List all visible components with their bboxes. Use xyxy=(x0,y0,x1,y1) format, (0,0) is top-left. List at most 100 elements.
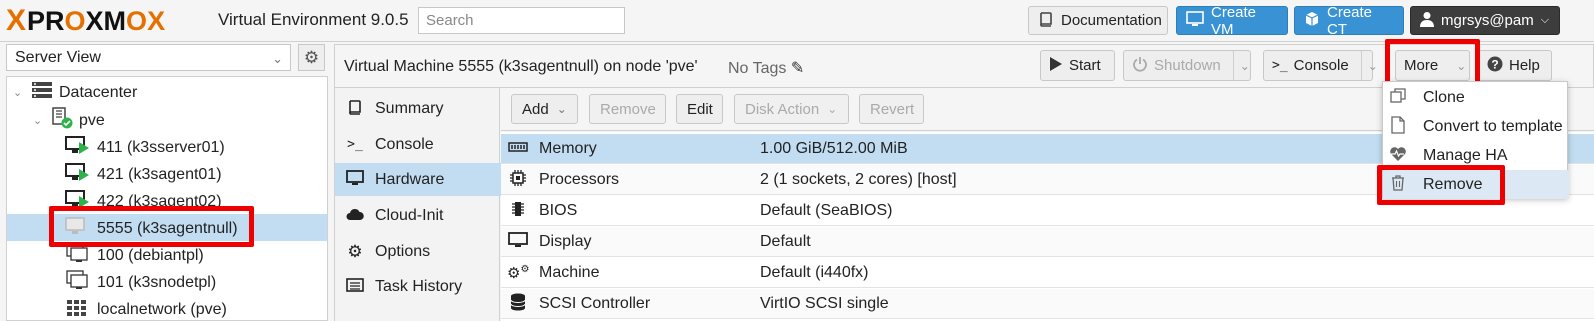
chevron-down-icon[interactable]: ⌄ xyxy=(1232,51,1250,80)
no-tags-label: No Tags xyxy=(728,60,787,77)
nav-label: Summary xyxy=(375,99,444,117)
collapse-chevron-icon: ⌄ xyxy=(13,87,23,99)
row-value: Default xyxy=(760,232,811,250)
create-ct-button[interactable]: Create CT xyxy=(1294,3,1404,38)
proxmox-logo[interactable]: X PR O XM O X xyxy=(6,4,166,37)
nav-console[interactable]: >_ Console xyxy=(335,128,501,161)
help-label: Help xyxy=(1509,57,1540,74)
user-icon xyxy=(1420,11,1434,31)
tree-settings-button[interactable]: ⚙ xyxy=(298,44,325,71)
tree-item-label: localnetwork (pve) xyxy=(97,300,227,318)
nav-task-history[interactable]: Task History xyxy=(335,270,501,303)
resource-tree: ⌄ Datacenter ⌄ pve 411 (k3sserver01) 421… xyxy=(6,76,328,321)
display-icon xyxy=(507,231,529,252)
file-icon xyxy=(1387,115,1409,138)
clone-icon xyxy=(1387,87,1409,108)
shutdown-button[interactable]: Shutdown ⌄ xyxy=(1123,50,1251,81)
table-row[interactable]: SCSI Controller VirtIO SCSI single xyxy=(501,289,1594,319)
tree-item-vm-411[interactable]: 411 (k3sserver01) xyxy=(65,134,225,161)
network-grid-icon xyxy=(65,297,91,320)
shutdown-label: Shutdown xyxy=(1154,57,1221,74)
svg-text:?: ? xyxy=(1491,57,1498,71)
menu-item-clone[interactable]: Clone xyxy=(1383,83,1569,112)
view-select-value: Server View xyxy=(15,49,101,66)
row-key: Processors xyxy=(539,170,620,188)
chevron-down-icon[interactable]: ⌄ xyxy=(1360,51,1378,80)
row-key: SCSI Controller xyxy=(539,294,651,312)
logo-o2: O xyxy=(126,6,148,36)
chevron-down-icon: ⌄ xyxy=(827,102,838,116)
gear-icon: ⚙ xyxy=(347,241,363,261)
vm-running-icon xyxy=(65,135,91,160)
collapse-chevron-icon: ⌄ xyxy=(33,115,43,127)
help-icon: ? xyxy=(1487,56,1503,76)
table-row[interactable]: Display Default xyxy=(501,227,1594,257)
product-version: Virtual Environment 9.0.5 xyxy=(218,10,409,29)
logo-x: X xyxy=(6,4,27,37)
node-icon xyxy=(51,107,73,134)
nav-label: Task History xyxy=(375,277,463,295)
revert-label: Revert xyxy=(870,100,915,118)
row-key: Memory xyxy=(539,139,597,157)
book-icon xyxy=(345,99,365,119)
vm-title: Virtual Machine 5555 (k3sagentnull) on n… xyxy=(344,58,698,75)
monitor-icon xyxy=(345,169,365,190)
add-button[interactable]: Add ⌄ xyxy=(511,94,578,124)
server-rack-icon xyxy=(31,81,53,104)
edit-button[interactable]: Edit xyxy=(676,94,723,124)
row-key: BIOS xyxy=(539,201,578,219)
start-button[interactable]: Start xyxy=(1040,50,1115,81)
tree-item-label: 101 (k3snodetpl) xyxy=(97,273,217,291)
view-select[interactable]: Server View ⌄ xyxy=(6,44,291,71)
menu-item-label: Manage HA xyxy=(1423,146,1508,164)
row-value: 2 (1 sockets, 2 cores) [host] xyxy=(760,170,957,188)
nav-summary[interactable]: Summary xyxy=(335,92,501,125)
row-key: Display xyxy=(539,232,592,250)
help-button[interactable]: ? Help xyxy=(1478,50,1552,81)
user-label: mgrsys@pam xyxy=(1441,12,1534,29)
user-menu-button[interactable]: mgrsys@pam ⌵ xyxy=(1410,6,1560,35)
disk-action-label: Disk Action xyxy=(745,100,820,118)
nav-hardware[interactable]: Hardware xyxy=(335,163,501,196)
nav-options[interactable]: ⚙ Options xyxy=(335,235,501,268)
remove-button[interactable]: Remove xyxy=(589,94,666,124)
tree-item-datacenter[interactable]: ⌄ Datacenter xyxy=(13,79,137,106)
bios-chip-icon xyxy=(507,200,529,222)
vm-running-icon xyxy=(65,162,91,187)
table-row[interactable]: ⚙⚙ Machine Default (i440fx) xyxy=(501,258,1594,288)
disk-action-button[interactable]: Disk Action ⌄ xyxy=(734,94,849,124)
monitor-icon xyxy=(1186,10,1204,31)
tree-item-localnetwork[interactable]: localnetwork (pve) xyxy=(65,296,227,320)
row-value: Default (i440fx) xyxy=(760,263,869,281)
tree-item-template-101[interactable]: 101 (k3snodetpl) xyxy=(65,269,216,296)
documentation-label: Documentation xyxy=(1061,12,1162,29)
remove-label: Remove xyxy=(600,100,656,118)
menu-item-label: Clone xyxy=(1423,88,1465,106)
search-input[interactable]: Search xyxy=(418,7,625,34)
tree-item-pve[interactable]: ⌄ pve xyxy=(33,107,105,134)
database-icon xyxy=(507,293,529,315)
start-label: Start xyxy=(1069,57,1101,74)
logo-pr: PR xyxy=(27,6,65,36)
chevron-down-icon: ⌄ xyxy=(272,51,283,66)
nav-cloud-init[interactable]: Cloud-Init xyxy=(335,199,501,232)
create-vm-label: Create VM xyxy=(1211,3,1257,38)
play-icon xyxy=(1049,56,1063,76)
documentation-button[interactable]: Documentation xyxy=(1028,6,1168,35)
menu-item-label: Convert to template xyxy=(1423,117,1563,135)
highlight-annotation-vm xyxy=(49,206,254,247)
console-button[interactable]: >_ Console ⌄ xyxy=(1263,50,1378,81)
nav-label: Hardware xyxy=(375,170,445,188)
book-icon xyxy=(1038,11,1054,31)
menu-item-convert-to-template[interactable]: Convert to template xyxy=(1383,112,1569,141)
tree-item-label: Datacenter xyxy=(59,83,138,101)
revert-button[interactable]: Revert xyxy=(859,94,924,124)
terminal-icon: >_ xyxy=(347,137,363,152)
logo-o: O xyxy=(64,6,86,36)
logo-x-end: X xyxy=(147,6,166,36)
tree-item-vm-421[interactable]: 421 (k3sagent01) xyxy=(65,161,222,188)
create-ct-label: Create CT xyxy=(1327,3,1373,38)
pencil-icon[interactable]: ✎ xyxy=(791,60,804,77)
create-vm-button[interactable]: Create VM xyxy=(1176,3,1288,38)
tags-area[interactable]: No Tags ✎ xyxy=(728,58,804,78)
